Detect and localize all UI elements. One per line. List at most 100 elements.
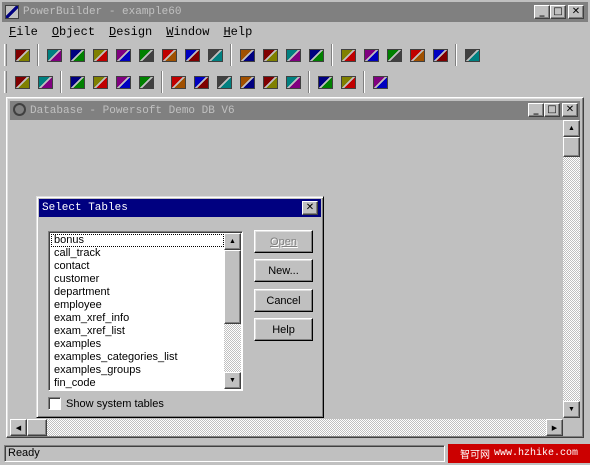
table-list-item[interactable]: employee	[51, 299, 224, 312]
exit-button[interactable]	[461, 44, 483, 66]
select-tables-dialog[interactable]: Select Tables ✕ bonus call_track contact cu…	[36, 196, 324, 418]
browser-icon	[432, 48, 448, 62]
database-icon	[262, 48, 278, 62]
help-button[interactable]: Help	[254, 318, 313, 341]
user-object-icon	[207, 48, 223, 62]
close-icon: ✕	[565, 104, 575, 115]
connect-icon	[262, 75, 278, 89]
toolbar-separator	[363, 71, 365, 93]
index-button[interactable]	[89, 71, 111, 93]
scroll-up-button[interactable]: ▲	[563, 120, 580, 137]
vertical-scrollbar[interactable]: ▲ ▼	[563, 120, 580, 418]
app-title-bar[interactable]: PowerBuilder - example60 _ □ ✕	[2, 2, 588, 22]
menu-help[interactable]: Help	[216, 25, 259, 39]
toolbar-grip[interactable]	[4, 71, 7, 93]
dialog-close-button[interactable]: ✕	[302, 201, 318, 215]
connect-button[interactable]	[259, 71, 281, 93]
menu-window[interactable]: Window	[159, 25, 216, 39]
pipeline-button[interactable]	[282, 44, 304, 66]
datawindow-icon	[115, 48, 131, 62]
project-button[interactable]	[337, 44, 359, 66]
table-list-item[interactable]: bonus	[51, 234, 224, 247]
toolbar-separator	[37, 44, 39, 66]
debug-button[interactable]	[406, 44, 428, 66]
list-scroll-down-button[interactable]: ▼	[224, 372, 241, 389]
database-window-title-bar[interactable]: Database - Powersoft Demo DB V6 _ □ ✕	[10, 101, 580, 120]
tables-listbox[interactable]: bonus call_track contact customer department…	[48, 231, 243, 391]
menu-file[interactable]: File	[2, 25, 45, 39]
scroll-thumb-horizontal[interactable]	[27, 419, 47, 436]
menu-painter-icon	[92, 48, 108, 62]
list-scroll-thumb[interactable]	[224, 250, 241, 324]
table-list-item[interactable]: examples_groups	[51, 364, 224, 377]
toolbar-grip[interactable]	[4, 44, 7, 66]
table-list-item[interactable]: fin_code	[51, 377, 224, 390]
db-close-button[interactable]: ✕	[562, 103, 578, 117]
run-button[interactable]	[383, 44, 405, 66]
table-list-item[interactable]: exam_xref_info	[51, 312, 224, 325]
show-system-tables-checkbox[interactable]	[48, 397, 61, 410]
dialog-title-bar[interactable]: Select Tables ✕	[39, 199, 321, 217]
cancel-button[interactable]: Cancel	[254, 289, 313, 312]
app-title: PowerBuilder - example60	[23, 6, 182, 18]
layout-icon	[317, 75, 333, 89]
minimize-button[interactable]: _	[534, 5, 550, 19]
table-list-item[interactable]: contact	[51, 260, 224, 273]
horizontal-scrollbar[interactable]: ◀ ▶	[10, 419, 563, 436]
function-button[interactable]	[158, 44, 180, 66]
script-button[interactable]	[337, 71, 359, 93]
close-button[interactable]: ✕	[568, 5, 584, 19]
table-list-item[interactable]: exam_xref_list	[51, 325, 224, 338]
scroll-thumb[interactable]	[563, 137, 580, 157]
arrow-down-icon: ▼	[568, 406, 575, 413]
table-list-item[interactable]: customer	[51, 273, 224, 286]
structure-icon	[138, 48, 154, 62]
menu-painter-button[interactable]	[89, 44, 111, 66]
tables-button[interactable]	[11, 71, 33, 93]
edit-button[interactable]	[167, 71, 189, 93]
eraser-button[interactable]	[190, 71, 212, 93]
extended-attr-button[interactable]	[236, 71, 258, 93]
database-button[interactable]	[259, 44, 281, 66]
scroll-left-button[interactable]: ◀	[10, 419, 27, 436]
query-button[interactable]	[236, 44, 258, 66]
menu-object[interactable]: Object	[45, 25, 102, 39]
structure-button[interactable]	[135, 44, 157, 66]
log-button[interactable]	[213, 71, 235, 93]
layout-button[interactable]	[314, 71, 336, 93]
show-system-tables-row[interactable]: Show system tables	[48, 397, 164, 410]
key-button[interactable]	[66, 71, 88, 93]
preferences-button[interactable]	[360, 44, 382, 66]
properties-button[interactable]	[282, 71, 304, 93]
user-object-button[interactable]	[204, 44, 226, 66]
scroll-right-button[interactable]: ▶	[546, 419, 563, 436]
return-button[interactable]	[369, 71, 391, 93]
window-painter-button[interactable]	[66, 44, 88, 66]
listbox-scrollbar[interactable]: ▲ ▼	[224, 233, 241, 389]
db-maximize-button[interactable]: □	[544, 103, 560, 117]
new-button[interactable]: New...	[254, 259, 313, 282]
painter-dropdown-button[interactable]	[11, 44, 33, 66]
filter-button[interactable]	[135, 71, 157, 93]
scroll-down-button[interactable]: ▼	[563, 401, 580, 418]
table-list-item[interactable]: department	[51, 286, 224, 299]
toolbar-separator	[308, 71, 310, 93]
datawindow-button[interactable]	[112, 44, 134, 66]
db-minimize-button[interactable]: _	[528, 103, 544, 117]
view-button[interactable]	[112, 71, 134, 93]
arrow-left-icon: ◀	[15, 424, 22, 432]
maximize-button[interactable]: □	[550, 5, 566, 19]
table-list-button[interactable]	[34, 71, 56, 93]
list-scroll-up-button[interactable]: ▲	[224, 233, 241, 250]
data-manager-button[interactable]	[305, 44, 327, 66]
table-list-item[interactable]: examples	[51, 338, 224, 351]
library-button[interactable]	[181, 44, 203, 66]
menu-design[interactable]: Design	[102, 25, 159, 39]
application-button[interactable]	[43, 44, 65, 66]
browser-button[interactable]	[429, 44, 451, 66]
table-list-item[interactable]: call_track	[51, 247, 224, 260]
close-icon: ✕	[305, 202, 315, 213]
exit-icon	[464, 48, 480, 62]
open-button[interactable]: Open	[254, 230, 313, 253]
table-list-item[interactable]: examples_categories_list	[51, 351, 224, 364]
